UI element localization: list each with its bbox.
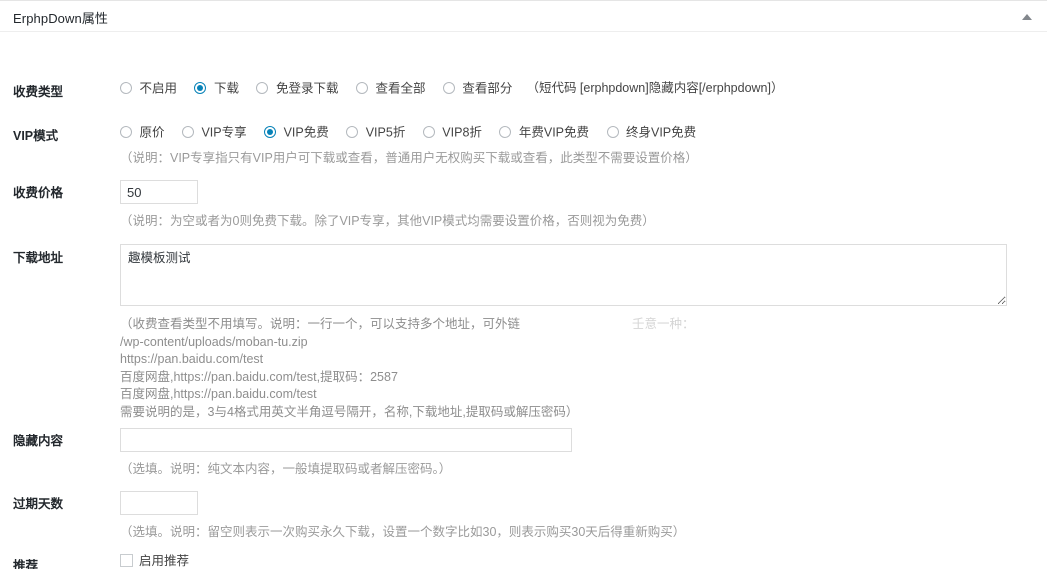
chevron-up-glyph <box>1022 14 1032 20</box>
radio-indicator <box>606 126 619 139</box>
erphpdown-metabox-screen: ErphpDown属性 收费类型 不启用 下载 免登录下载 查看全部 查看部分 … <box>0 0 1047 569</box>
label-hidden-content: 隐藏内容 <box>13 434 64 448</box>
radio-indicator <box>181 126 194 139</box>
hidden-content-field: （选填。说明：纯文本内容，一般填提取码或者解压密码。） <box>120 428 1047 478</box>
download-url-textarea[interactable]: 趣模板测试 <box>120 244 1007 306</box>
charge-type-radio-group: 不启用 下载 免登录下载 查看全部 查看部分 （短代码 [erphpdown]隐… <box>120 79 1033 98</box>
recommend-field: 启用推荐 （选填。说明：字段名为down_recommend，推荐表示其值为1） <box>120 553 1047 569</box>
radio-label: VIP8折 <box>442 126 482 141</box>
label-expire-days: 过期天数 <box>13 497 64 511</box>
radio-indicator <box>422 126 435 139</box>
charge-type-field: 不启用 下载 免登录下载 查看全部 查看部分 （短代码 [erphpdown]隐… <box>120 79 1047 98</box>
field-row-charge-type: 收费类型 不启用 下载 免登录下载 查看全部 查看部分 （短代码 [erphpd… <box>0 79 1047 99</box>
radio-label: VIP专享 <box>201 126 247 141</box>
download-url-description-line-2: https://pan.baidu.com/test <box>120 352 264 366</box>
recommend-checkbox-label: 启用推荐 <box>139 554 190 568</box>
radio-indicator <box>120 126 132 139</box>
recommend-checkbox-line[interactable]: 启用推荐 <box>120 553 1033 569</box>
radio-indicator <box>346 126 359 139</box>
metabox-header[interactable]: ErphpDown属性 <box>0 1 1047 32</box>
radio-charge-type-4[interactable]: 查看部分 <box>442 79 513 98</box>
label-charge-type: 收费类型 <box>13 85 64 99</box>
radio-charge-type-1[interactable]: 下载 <box>194 79 239 98</box>
radio-label: 下载 <box>213 82 239 97</box>
radio-charge-type-2[interactable]: 免登录下载 <box>256 79 338 98</box>
radio-vip-mode-3[interactable]: VIP5折 <box>346 123 405 142</box>
hidden-content-input[interactable] <box>120 428 572 452</box>
radio-label: 原价 <box>139 126 165 141</box>
radio-label: 年费VIP免费 <box>518 126 590 141</box>
vip-mode-field: 原价 VIP专享 VIP免费 VIP5折 VIP8折 年费VIP免费 终身VIP… <box>120 123 1047 167</box>
radio-indicator-selected <box>264 126 277 139</box>
field-row-vip-mode: VIP模式 原价 VIP专享 VIP免费 VIP5折 VIP8折 年费VIP免费… <box>0 123 1047 167</box>
label-recommend: 推荐 <box>13 559 39 569</box>
hidden-content-description: （选填。说明：纯文本内容，一般填提取码或者解压密码。） <box>120 462 452 476</box>
radio-label: 不启用 <box>139 82 177 97</box>
expire-days-field: （选填。说明：留空则表示一次购买永久下载，设置一个数字比如30，则表示购买30天… <box>120 491 1047 541</box>
field-row-expire-days: 过期天数 （选填。说明：留空则表示一次购买永久下载，设置一个数字比如30，则表示… <box>0 491 1047 541</box>
download-url-description-line-1: /wp-content/uploads/moban-tu.zip <box>120 334 308 349</box>
download-url-description-line-3: 百度网盘,https://pan.baidu.com/test,提取码：2587 <box>120 369 398 384</box>
radio-label: 查看部分 <box>462 82 513 97</box>
label-vip-mode: VIP模式 <box>13 129 59 143</box>
label-download-url: 下载地址 <box>13 251 64 265</box>
expire-days-input[interactable] <box>120 491 198 515</box>
field-row-download-url: 下载地址 趣模板测试 （收费查看类型不用填写。说明：一行一个，可以支持多个地址，… <box>0 244 1047 421</box>
charge-type-suffix: （短代码 [erphpdown]隐藏内容[/erphpdown]） <box>526 81 784 95</box>
label-price: 收费价格 <box>13 186 64 200</box>
page-title: ErphpDown属性 <box>13 11 109 26</box>
radio-label: 查看全部 <box>375 82 426 97</box>
vip-mode-description: （说明：VIP专享指只有VIP用户可下载或查看，普通用户无权购买下载或查看，此类… <box>120 151 698 166</box>
radio-label: 免登录下载 <box>275 82 339 97</box>
field-row-hidden-content: 隐藏内容 （选填。说明：纯文本内容，一般填提取码或者解压密码。） <box>0 428 1047 478</box>
download-url-desc-text-0: （收费查看类型不用填写。说明：一行一个，可以支持多个地址，可外链 <box>120 317 521 331</box>
radio-indicator-selected <box>194 82 207 95</box>
radio-indicator <box>499 126 512 139</box>
download-url-description-line-4: 百度网盘,https://pan.baidu.com/test <box>120 387 317 401</box>
metabox-body: 收费类型 不启用 下载 免登录下载 查看全部 查看部分 （短代码 [erphpd… <box>0 32 1047 569</box>
radio-indicator <box>442 82 455 95</box>
download-url-description: （收费查看类型不用填写。说明：一行一个，可以支持多个地址，可外链 壬意一种： /w… <box>120 316 1033 421</box>
download-url-field: 趣模板测试 （收费查看类型不用填写。说明：一行一个，可以支持多个地址，可外链 壬意… <box>120 244 1047 421</box>
radio-vip-mode-4[interactable]: VIP8折 <box>422 123 482 142</box>
radio-vip-mode-1[interactable]: VIP专享 <box>181 123 247 142</box>
radio-charge-type-3[interactable]: 查看全部 <box>355 79 426 98</box>
download-url-desc-faded: 壬意一种： <box>632 317 695 331</box>
field-row-recommend: 推荐 启用推荐 （选填。说明：字段名为down_recommend，推荐表示其值… <box>0 553 1047 569</box>
vip-mode-radio-group: 原价 VIP专享 VIP免费 VIP5折 VIP8折 年费VIP免费 终身VIP… <box>120 123 1033 142</box>
radio-vip-mode-2[interactable]: VIP免费 <box>264 123 329 142</box>
expire-days-description: （选填。说明：留空则表示一次购买永久下载，设置一个数字比如30，则表示购买30天… <box>120 525 686 539</box>
chevron-up-icon[interactable] <box>1015 5 1039 29</box>
radio-vip-mode-0[interactable]: 原价 <box>120 123 165 142</box>
radio-vip-mode-5[interactable]: 年费VIP免费 <box>499 123 589 142</box>
radio-indicator <box>256 82 269 95</box>
price-description: （说明：为空或者为0则免费下载。除了VIP专享，其他VIP模式均需要设置价格，否… <box>120 214 655 228</box>
price-input[interactable] <box>120 180 198 204</box>
radio-indicator <box>120 82 132 95</box>
radio-vip-mode-6[interactable]: 终身VIP免费 <box>606 123 697 142</box>
radio-label: VIP5折 <box>365 126 406 141</box>
erphpdown-metabox: ErphpDown属性 收费类型 不启用 下载 免登录下载 查看全部 查看部分 … <box>0 0 1047 569</box>
download-url-description-line-0: （收费查看类型不用填写。说明：一行一个，可以支持多个地址，可外链 壬意一种： <box>120 316 1033 334</box>
recommend-checkbox[interactable] <box>120 554 133 567</box>
radio-indicator <box>355 82 368 95</box>
price-field: （说明：为空或者为0则免费下载。除了VIP专享，其他VIP模式均需要设置价格，否… <box>120 180 1047 230</box>
download-url-description-line-5: 需要说明的是，3与4格式用英文半角逗号隔开，名称,下载地址,提取码或解压密码） <box>120 404 579 419</box>
field-row-price: 收费价格 （说明：为空或者为0则免费下载。除了VIP专享，其他VIP模式均需要设… <box>0 180 1047 230</box>
radio-charge-type-0[interactable]: 不启用 <box>120 79 177 98</box>
radio-label: 终身VIP免费 <box>626 126 697 141</box>
radio-label: VIP免费 <box>283 126 329 141</box>
